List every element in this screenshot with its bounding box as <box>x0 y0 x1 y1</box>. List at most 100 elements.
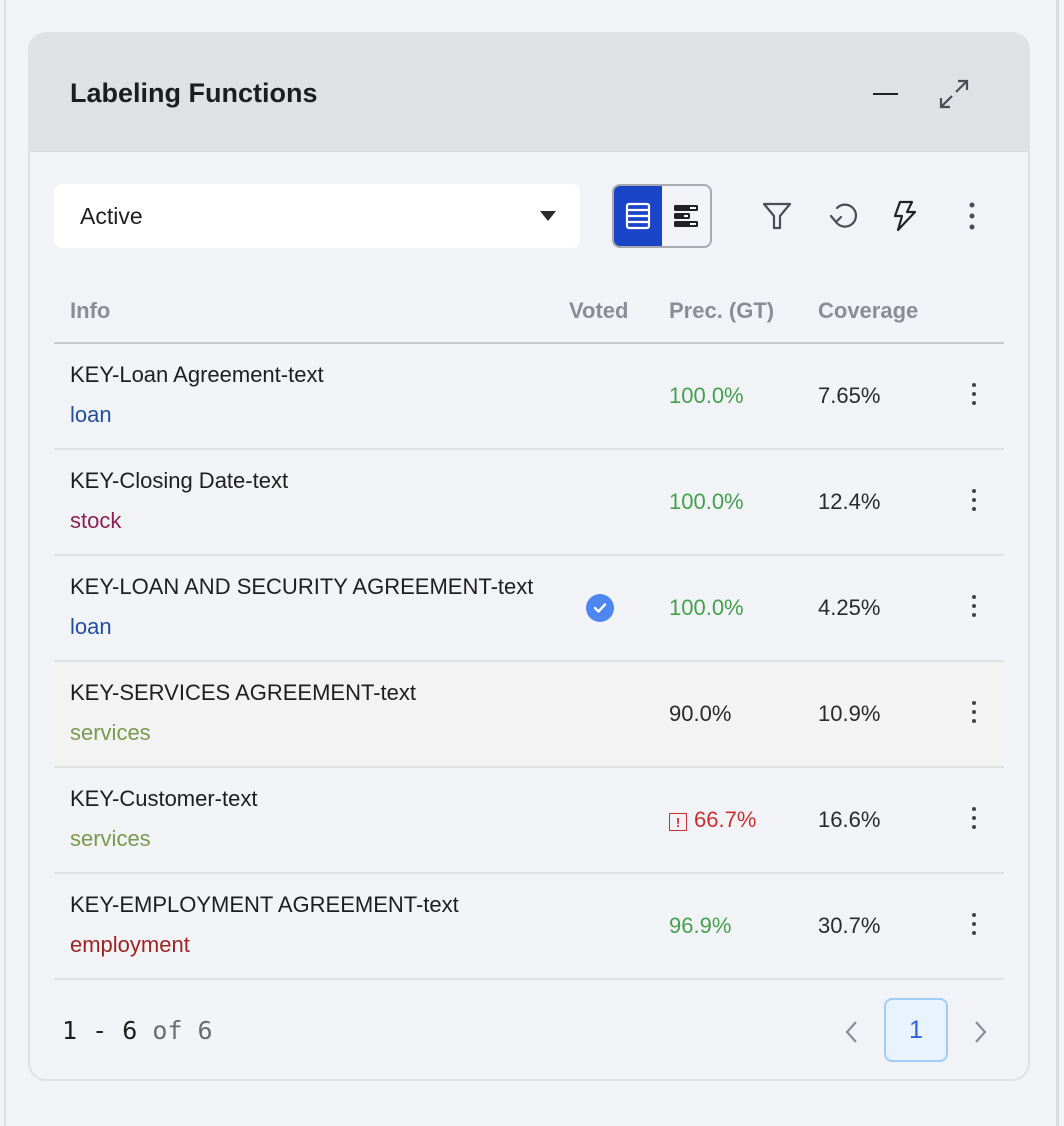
precision-value: 90.0% <box>669 701 731 727</box>
lf-label: loan <box>70 614 112 639</box>
lf-label: stock <box>70 508 122 533</box>
next-page-button[interactable] <box>968 1016 992 1048</box>
run-button[interactable] <box>885 196 925 236</box>
table-view-icon <box>625 202 651 230</box>
labeling-functions-table: Info Voted Prec. (GT) Coverage KEY-Loan … <box>54 290 1004 980</box>
pagination-range-value: 1 - 6 <box>62 1016 138 1045</box>
more-vertical-icon <box>972 913 976 917</box>
more-vertical-icon-dot <box>972 825 976 829</box>
lightning-icon <box>893 200 917 232</box>
more-vertical-icon-dot <box>972 392 976 396</box>
pagination-footer: 1 - 6 of 6 1 <box>30 980 1028 1079</box>
coverage-value: 10.9% <box>818 701 881 726</box>
precision-value: ! 66.7% <box>669 807 756 833</box>
column-header-coverage[interactable]: Coverage <box>818 298 918 324</box>
more-vertical-icon <box>972 807 976 811</box>
toolbar: Active <box>54 184 1004 248</box>
more-options-button[interactable] <box>952 196 992 236</box>
row-more-options-button[interactable] <box>960 374 988 414</box>
expand-button[interactable] <box>934 74 974 114</box>
voted-check-icon <box>586 594 614 622</box>
more-vertical-icon-dot <box>972 401 976 405</box>
panel-header: Labeling Functions <box>30 34 1028 152</box>
chart-view-button[interactable] <box>662 186 710 246</box>
precision-text: 96.9% <box>669 913 732 938</box>
precision-text: 100.0% <box>669 383 744 408</box>
column-header-voted[interactable]: Voted <box>569 298 628 324</box>
panel-title: Labeling Functions <box>70 78 318 108</box>
precision-value: 100.0% <box>669 595 744 621</box>
lf-label: services <box>70 826 151 851</box>
status-select-value: Active <box>80 202 143 229</box>
chart-view-icon <box>674 205 698 227</box>
table-row[interactable]: KEY-Loan Agreement-text loan 100.0% 7.65% <box>54 344 1004 450</box>
precision-text: 100.0% <box>669 489 744 514</box>
table-row[interactable]: KEY-Closing Date-text stock 100.0% 12.4% <box>54 450 1004 556</box>
row-more-options-button[interactable] <box>960 480 988 520</box>
chevron-left-icon <box>845 1021 857 1043</box>
precision-text: 100.0% <box>669 595 744 620</box>
coverage-value: 7.65% <box>818 383 881 408</box>
lf-name: KEY-EMPLOYMENT AGREEMENT-text <box>70 892 459 917</box>
pagination-range: 1 - 6 of 6 <box>62 1016 213 1045</box>
filter-button[interactable] <box>757 196 797 236</box>
row-more-options-button[interactable] <box>960 586 988 626</box>
warning-icon: ! <box>669 813 687 831</box>
outer-frame-left-border <box>4 0 6 1126</box>
precision-value: 100.0% <box>669 383 744 409</box>
view-toggle <box>612 184 712 248</box>
lf-name: KEY-Closing Date-text <box>70 468 289 493</box>
table-row[interactable]: KEY-LOAN AND SECURITY AGREEMENT-text loan… <box>54 556 1004 662</box>
more-vertical-icon-dot <box>972 816 976 820</box>
pagination-total: of 6 <box>152 1016 213 1045</box>
more-vertical-icon-dot <box>972 719 976 723</box>
status-select[interactable]: Active <box>54 184 580 248</box>
more-vertical-icon-dot <box>972 613 976 617</box>
refresh-button[interactable] <box>823 196 863 236</box>
more-vertical-icon-dot <box>972 498 976 502</box>
lf-name: KEY-LOAN AND SECURITY AGREEMENT-text <box>70 574 534 599</box>
more-vertical-icon-dot <box>972 710 976 714</box>
precision-value: 100.0% <box>669 489 744 515</box>
refresh-icon <box>829 203 858 228</box>
table-header: Info Voted Prec. (GT) Coverage <box>54 290 1004 344</box>
column-header-info[interactable]: Info <box>70 298 110 324</box>
more-vertical-icon-dot <box>972 922 976 926</box>
coverage-value: 30.7% <box>818 913 881 938</box>
caret-down-icon <box>540 211 556 221</box>
lf-label: employment <box>70 932 190 957</box>
filter-icon <box>762 202 792 230</box>
more-vertical-icon <box>972 595 976 599</box>
lf-label: loan <box>70 402 112 427</box>
table-row[interactable]: KEY-EMPLOYMENT AGREEMENT-text employment 9… <box>54 874 1004 980</box>
column-header-precision[interactable]: Prec. (GT) <box>669 298 774 324</box>
lf-label: services <box>70 720 151 745</box>
precision-text: 90.0% <box>669 701 732 726</box>
lf-name: KEY-Customer-text <box>70 786 258 811</box>
table-row[interactable]: KEY-SERVICES AGREEMENT-text services 90.0%… <box>54 662 1004 768</box>
precision-value: 96.9% <box>669 913 731 939</box>
coverage-value: 12.4% <box>818 489 881 514</box>
labeling-functions-panel: Labeling Functions Active Info Voted Pre… <box>28 32 1030 1081</box>
page-button-current[interactable]: 1 <box>884 998 948 1062</box>
row-more-options-button[interactable] <box>960 692 988 732</box>
outer-frame-right-border <box>1056 0 1059 1126</box>
previous-page-button[interactable] <box>840 1016 864 1048</box>
row-more-options-button[interactable] <box>960 798 988 838</box>
precision-text: 66.7% <box>694 807 757 832</box>
expand-icon <box>939 79 969 109</box>
outer-frame-gap <box>1048 0 1056 1126</box>
minimize-button[interactable] <box>866 74 906 114</box>
table-row[interactable]: KEY-Customer-text services! 66.7% 16.6% <box>54 768 1004 874</box>
minimize-icon <box>873 93 898 95</box>
lf-name: KEY-SERVICES AGREEMENT-text <box>70 680 417 705</box>
more-vertical-icon <box>969 202 975 230</box>
more-vertical-icon-dot <box>972 507 976 511</box>
lf-name: KEY-Loan Agreement-text <box>70 362 324 387</box>
table-view-button[interactable] <box>614 186 662 246</box>
more-vertical-icon <box>972 383 976 387</box>
row-more-options-button[interactable] <box>960 904 988 944</box>
more-vertical-icon-dot <box>972 604 976 608</box>
coverage-value: 4.25% <box>818 595 881 620</box>
coverage-value: 16.6% <box>818 807 881 832</box>
